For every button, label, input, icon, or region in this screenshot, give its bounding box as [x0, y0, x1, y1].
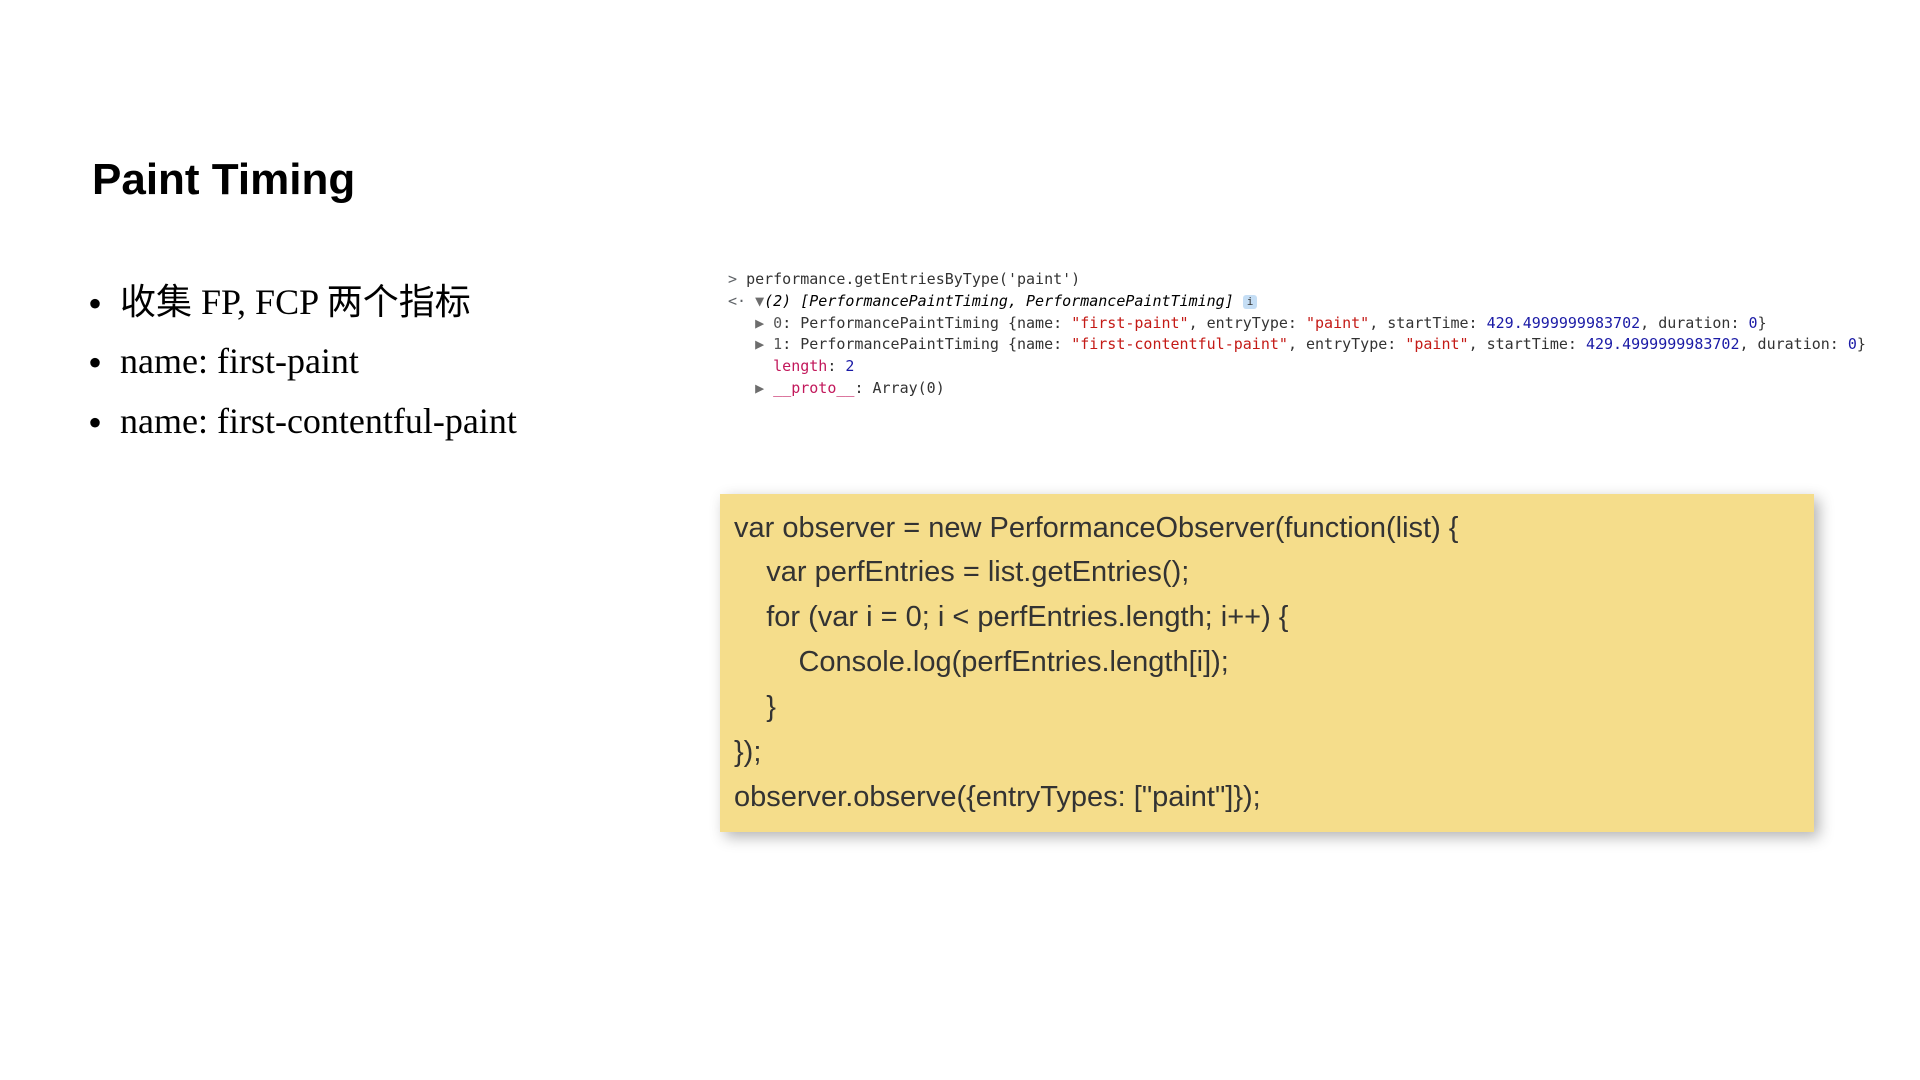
info-badge-icon: i — [1243, 295, 1258, 309]
console-entry-starttime: 429.4999999983702 — [1586, 335, 1740, 353]
console-proto-label: __proto__ — [773, 379, 854, 397]
devtools-console-output: > performance.getEntriesByType('paint') … — [720, 265, 1874, 404]
console-entry-type: PerformancePaintTiming — [800, 335, 999, 353]
code-line: for (var i = 0; i < perfEntries.length; … — [734, 601, 1288, 633]
page-title: Paint Timing — [92, 155, 1840, 205]
bullet-item: name: first-contentful-paint — [80, 392, 680, 451]
console-entry-name: "first-paint" — [1071, 314, 1188, 332]
bullet-item: 收集 FP, FCP 两个指标 — [80, 273, 680, 332]
code-line: var observer = new PerformanceObserver(f… — [734, 512, 1458, 544]
console-array-types: [PerformancePaintTiming, PerformancePain… — [800, 292, 1233, 310]
console-length-value: 2 — [845, 357, 854, 375]
bullet-item: name: first-paint — [80, 332, 680, 391]
console-input-line: performance.getEntriesByType('paint') — [746, 270, 1080, 288]
console-length-label: length — [773, 357, 827, 375]
console-entry-duration: 0 — [1848, 335, 1857, 353]
code-line: } — [734, 691, 776, 723]
console-entry-name: "first-contentful-paint" — [1071, 335, 1288, 353]
bullet-list-area: 收集 FP, FCP 两个指标 name: first-paint name: … — [80, 265, 680, 832]
console-entry-duration: 0 — [1749, 314, 1758, 332]
code-line: Console.log(perfEntries.length[i]); — [734, 646, 1229, 678]
console-array-length: (2) — [764, 292, 800, 310]
console-proto-value: Array(0) — [873, 379, 945, 397]
code-line: observer.observe({entryTypes: ["paint"]}… — [734, 781, 1261, 813]
code-line: }); — [734, 736, 761, 768]
console-entry-type: PerformancePaintTiming — [800, 314, 999, 332]
console-entry-entrytype: "paint" — [1405, 335, 1468, 353]
code-line: var perfEntries = list.getEntries(); — [734, 556, 1189, 588]
code-snippet: var observer = new PerformanceObserver(f… — [720, 494, 1814, 833]
console-entry-entrytype: "paint" — [1306, 314, 1369, 332]
console-entry-index: 1 — [773, 335, 782, 353]
console-entry-index: 0 — [773, 314, 782, 332]
console-entry-starttime: 429.4999999983702 — [1487, 314, 1641, 332]
